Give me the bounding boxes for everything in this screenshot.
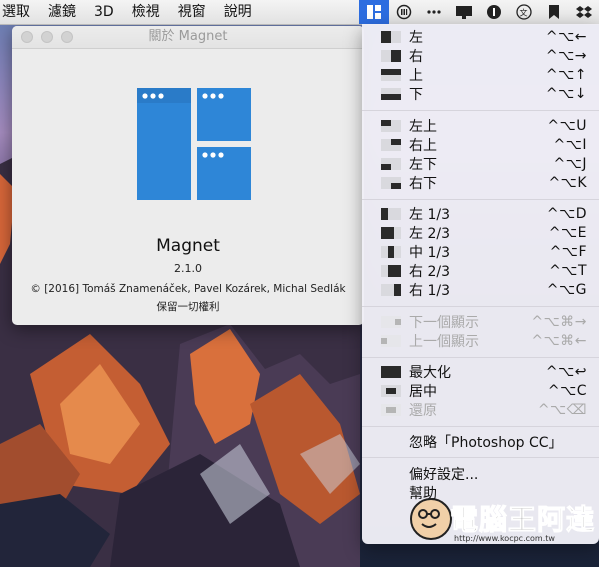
menu-item-center[interactable]: 居中 ^⌥C: [362, 381, 599, 400]
center-icon: [381, 385, 401, 397]
menu-item-center-third[interactable]: 中 1/3 ^⌥F: [362, 242, 599, 261]
right-two-thirds-icon: [381, 265, 401, 277]
rights-text: 保留一切權利: [156, 301, 220, 313]
menu-separator: [362, 457, 599, 458]
app-name: Magnet: [156, 236, 220, 256]
previous-display-icon: [381, 335, 401, 347]
info-icon[interactable]: [479, 0, 509, 24]
menu-bar: 選取 濾鏡 3D 檢視 視窗 說明 文: [0, 0, 599, 25]
menu-select[interactable]: 選取: [0, 0, 39, 24]
menu-item-top-right[interactable]: 右上 ^⌥I: [362, 135, 599, 154]
top-half-icon: [381, 69, 401, 81]
top-left-icon: [381, 120, 401, 132]
menu-item-restore[interactable]: 還原 ^⌥⌫: [362, 400, 599, 419]
bottom-left-icon: [381, 158, 401, 170]
zoom-button[interactable]: [61, 31, 73, 43]
menu-item-right-third[interactable]: 右 1/3 ^⌥G: [362, 280, 599, 299]
dashboard-icon[interactable]: [389, 0, 419, 24]
menu-window[interactable]: 視窗: [169, 0, 215, 24]
menu-separator: [362, 357, 599, 358]
menu-help[interactable]: 說明: [215, 0, 261, 24]
magnet-icon[interactable]: [359, 0, 389, 24]
about-window: 關於 Magnet Magnet 2.1.0 © [2016] Tomáš Zn…: [12, 26, 364, 325]
right-half-icon: [381, 50, 401, 62]
menu-view[interactable]: 檢視: [123, 0, 169, 24]
menu-item-top-left[interactable]: 左上 ^⌥U: [362, 116, 599, 135]
magnet-app-icon: [137, 88, 251, 200]
left-third-icon: [381, 208, 401, 220]
menu-item-previous-display[interactable]: 上一個顯示 ^⌥⌘←: [362, 331, 599, 350]
menu-separator: [362, 199, 599, 200]
watermark: 電腦王阿達 http://www.kocpc.com.tw: [410, 494, 596, 564]
dropbox-icon[interactable]: [569, 0, 599, 24]
next-display-icon: [381, 316, 401, 328]
menu-item-right[interactable]: 右 ^⌥→: [362, 46, 599, 65]
menu-separator: [362, 306, 599, 307]
bookmark-icon[interactable]: [539, 0, 569, 24]
maximize-icon: [381, 366, 401, 378]
watermark-url: http://www.kocpc.com.tw: [454, 534, 555, 543]
menu-item-maximize[interactable]: 最大化 ^⌥↩: [362, 362, 599, 381]
right-third-icon: [381, 284, 401, 296]
menu-item-bottom-left[interactable]: 左下 ^⌥J: [362, 154, 599, 173]
magnet-dropdown-menu: 左 ^⌥← 右 ^⌥→ 上 ^⌥↑ 下 ^⌥↓ 左上 ^⌥U 右上 ^⌥I 左下…: [362, 24, 599, 544]
menu-separator: [362, 426, 599, 427]
minimize-button[interactable]: [41, 31, 53, 43]
watermark-text: 電腦王阿達: [449, 503, 596, 537]
status-bar: 文: [359, 0, 599, 24]
menu-item-bottom-right[interactable]: 右下 ^⌥K: [362, 173, 599, 192]
bottom-half-icon: [381, 88, 401, 100]
menu-item-preferences[interactable]: 偏好設定...: [362, 464, 599, 483]
menu-item-left[interactable]: 左 ^⌥←: [362, 27, 599, 46]
center-third-icon: [381, 246, 401, 258]
window-title: 關於 Magnet: [148, 29, 228, 44]
close-button[interactable]: [21, 31, 33, 43]
more-icon[interactable]: [419, 0, 449, 24]
menu-separator: [362, 110, 599, 111]
copyright-text: © [2016] Tomáš Znamenáček, Pavel Kozárek…: [30, 283, 346, 295]
menu-3d[interactable]: 3D: [85, 0, 123, 24]
restore-icon: [381, 404, 401, 416]
bottom-right-icon: [381, 177, 401, 189]
svg-text:文: 文: [520, 8, 528, 18]
top-right-icon: [381, 139, 401, 151]
menu-item-left-two-thirds[interactable]: 左 2/3 ^⌥E: [362, 223, 599, 242]
menu-item-top[interactable]: 上 ^⌥↑: [362, 65, 599, 84]
display-icon[interactable]: [449, 0, 479, 24]
app-version: 2.1.0: [174, 262, 202, 275]
menu-filter[interactable]: 濾鏡: [39, 0, 85, 24]
mascot-face-icon: [410, 498, 452, 540]
left-two-thirds-icon: [381, 227, 401, 239]
window-titlebar: 關於 Magnet: [12, 26, 364, 49]
left-half-icon: [381, 31, 401, 43]
menu-item-next-display[interactable]: 下一個顯示 ^⌥⌘→: [362, 312, 599, 331]
menu-item-bottom[interactable]: 下 ^⌥↓: [362, 84, 599, 103]
translate-icon[interactable]: 文: [509, 0, 539, 24]
menu-item-left-third[interactable]: 左 1/3 ^⌥D: [362, 204, 599, 223]
menu-item-ignore-app[interactable]: 忽略「Photoshop CC」: [362, 432, 599, 451]
menu-item-right-two-thirds[interactable]: 右 2/3 ^⌥T: [362, 261, 599, 280]
